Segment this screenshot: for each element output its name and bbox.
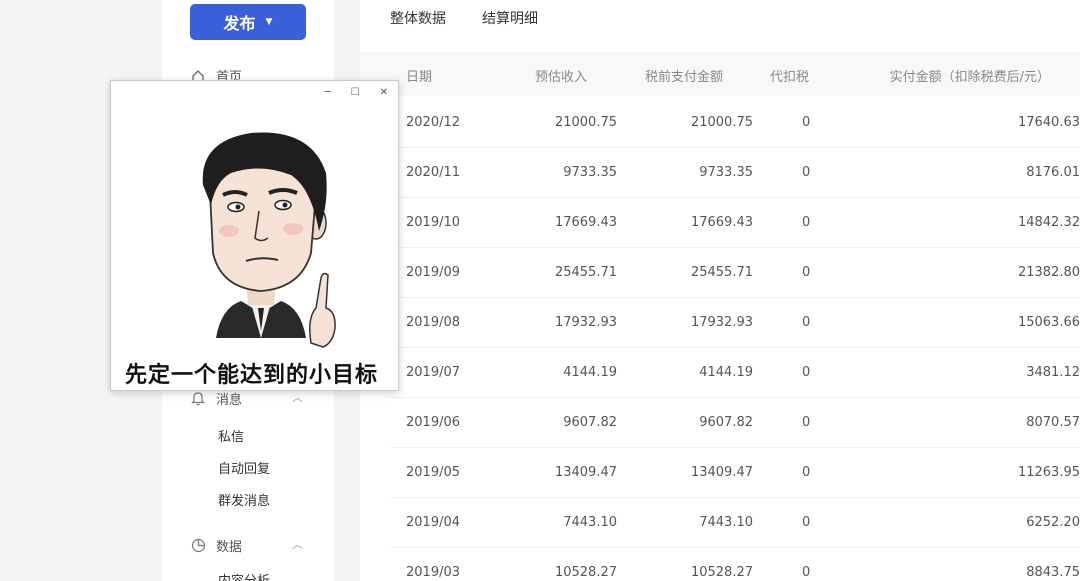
estimated-income-cell: 10528.27 [554, 565, 617, 580]
pretax-amount-cell: 17669.43 [690, 215, 753, 230]
withholding-tax-cell: 0 [802, 265, 811, 280]
date-cell: 2019/10 [406, 215, 461, 230]
table-row: 2019/03 10528.27 10528.27 0 8843.75 [390, 548, 1080, 581]
actual-payment-cell: 8070.57 [1026, 415, 1080, 430]
table-row: 2019/10 17669.43 17669.43 0 14842.32 [390, 198, 1080, 248]
column-header-withholding-tax: 代扣税 [770, 70, 810, 85]
pretax-amount-cell: 21000.75 [690, 115, 753, 130]
chevron-up-icon[interactable]: ︿ [292, 536, 303, 552]
meme-caption: 先定一个能达到的小目标 [125, 363, 379, 388]
pretax-amount-cell: 25455.71 [690, 265, 753, 280]
sidebar-group-data[interactable]: 数据 ︿ [190, 536, 320, 555]
window-titlebar[interactable]: ─ ☐ ✕ [111, 81, 398, 103]
actual-payment-cell: 21382.80 [1017, 265, 1080, 280]
withholding-tax-cell: 0 [802, 515, 811, 530]
pretax-amount-cell: 9733.35 [699, 165, 753, 180]
estimated-income-cell: 4144.19 [563, 365, 617, 380]
column-header-pretax-amount: 税前支付金额 [644, 70, 723, 85]
main-content: 整体数据 结算明细 日期 预估收入 税前支付金额 代扣税 实付金额（扣除税费后/… [360, 0, 1080, 581]
estimated-income-cell: 25455.71 [554, 265, 617, 280]
pretax-amount-cell: 13409.47 [690, 465, 753, 480]
date-cell: 2019/04 [406, 515, 461, 530]
tab-bar: 整体数据 结算明细 [390, 8, 538, 34]
withholding-tax-cell: 0 [802, 415, 811, 430]
date-cell: 2020/12 [406, 115, 461, 130]
close-icon[interactable]: ✕ [380, 87, 388, 98]
estimated-income-cell: 9733.35 [563, 165, 617, 180]
cartoon-man-illustration [202, 132, 336, 348]
actual-payment-cell: 3481.12 [1026, 365, 1080, 380]
estimated-income-cell: 17669.43 [554, 215, 617, 230]
publish-button-label: 发布 [223, 14, 256, 33]
tab-settlement-detail[interactable]: 结算明细 [482, 8, 538, 34]
actual-payment-cell: 17640.63 [1017, 115, 1080, 130]
table-row: 2019/08 17932.93 17932.93 0 15063.66 [390, 298, 1080, 348]
actual-payment-cell: 11263.95 [1017, 465, 1080, 480]
actual-payment-cell: 15063.66 [1017, 315, 1080, 330]
sidebar-item-auto-reply[interactable]: 自动回复 [218, 458, 270, 477]
column-header-actual-payment: 实付金额（扣除税费后/元） [889, 70, 1050, 85]
withholding-tax-cell: 0 [802, 565, 811, 580]
actual-payment-cell: 8176.01 [1026, 165, 1080, 180]
minimize-icon[interactable]: ─ [325, 87, 331, 98]
withholding-tax-cell: 0 [802, 115, 811, 130]
sidebar-item-broadcast[interactable]: 群发消息 [218, 490, 270, 509]
table-header: 日期 预估收入 税前支付金额 代扣税 实付金额（扣除税费后/元） [360, 52, 1080, 96]
actual-payment-cell: 8843.75 [1026, 565, 1080, 580]
table-row: 2019/09 25455.71 25455.71 0 21382.80 [390, 248, 1080, 298]
table-row: 2019/07 4144.19 4144.19 0 3481.12 [390, 348, 1080, 398]
sidebar-group-messages[interactable]: 消息 ︿ [190, 389, 320, 408]
caret-down-icon: ▼ [265, 17, 273, 27]
date-cell: 2019/03 [406, 565, 461, 580]
table-row: 2020/11 9733.35 9733.35 0 8176.01 [390, 148, 1080, 198]
estimated-income-cell: 13409.47 [554, 465, 617, 480]
sidebar-item-private-message[interactable]: 私信 [218, 426, 244, 445]
actual-payment-cell: 14842.32 [1017, 215, 1080, 230]
pretax-amount-cell: 17932.93 [690, 315, 753, 330]
date-cell: 2019/07 [406, 365, 461, 380]
sidebar-item-content-analysis[interactable]: 内容分析 [218, 570, 270, 581]
chevron-up-icon[interactable]: ︿ [292, 389, 303, 405]
estimated-income-cell: 21000.75 [554, 115, 617, 130]
withholding-tax-cell: 0 [802, 215, 811, 230]
sidebar-group-label: 消息 [216, 393, 243, 408]
table-row: 2020/12 21000.75 21000.75 0 17640.63 [390, 98, 1080, 148]
sidebar-group-label: 数据 [216, 540, 243, 555]
pretax-amount-cell: 10528.27 [690, 565, 753, 580]
date-cell: 2020/11 [406, 165, 461, 180]
tab-overall-data[interactable]: 整体数据 [390, 8, 446, 34]
pretax-amount-cell: 9607.82 [699, 415, 753, 430]
table-row: 2019/06 9607.82 9607.82 0 8070.57 [390, 398, 1080, 448]
publish-button[interactable]: 发布 ▼ [190, 4, 306, 40]
date-cell: 2019/08 [406, 315, 461, 330]
column-header-date: 日期 [406, 70, 433, 85]
pretax-amount-cell: 4144.19 [699, 365, 753, 380]
pretax-amount-cell: 7443.10 [699, 515, 753, 530]
pie-chart-icon [190, 538, 206, 554]
withholding-tax-cell: 0 [802, 365, 811, 380]
withholding-tax-cell: 0 [802, 315, 811, 330]
table-row: 2019/04 7443.10 7443.10 0 6252.20 [390, 498, 1080, 548]
date-cell: 2019/06 [406, 415, 461, 430]
withholding-tax-cell: 0 [802, 165, 811, 180]
actual-payment-cell: 6252.20 [1026, 515, 1080, 530]
withholding-tax-cell: 0 [802, 465, 811, 480]
table-row: 2019/05 13409.47 13409.47 0 11263.95 [390, 448, 1080, 498]
date-cell: 2019/09 [406, 265, 461, 280]
bell-icon [190, 391, 206, 407]
column-header-estimated-income: 预估收入 [534, 70, 587, 85]
estimated-income-cell: 7443.10 [563, 515, 617, 530]
date-cell: 2019/05 [406, 465, 461, 480]
maximize-icon[interactable]: ☐ [351, 87, 360, 98]
meme-image-window[interactable]: ─ ☐ ✕ 先定一个能达到的小目标 [110, 80, 399, 391]
estimated-income-cell: 17932.93 [554, 315, 617, 330]
estimated-income-cell: 9607.82 [563, 415, 617, 430]
